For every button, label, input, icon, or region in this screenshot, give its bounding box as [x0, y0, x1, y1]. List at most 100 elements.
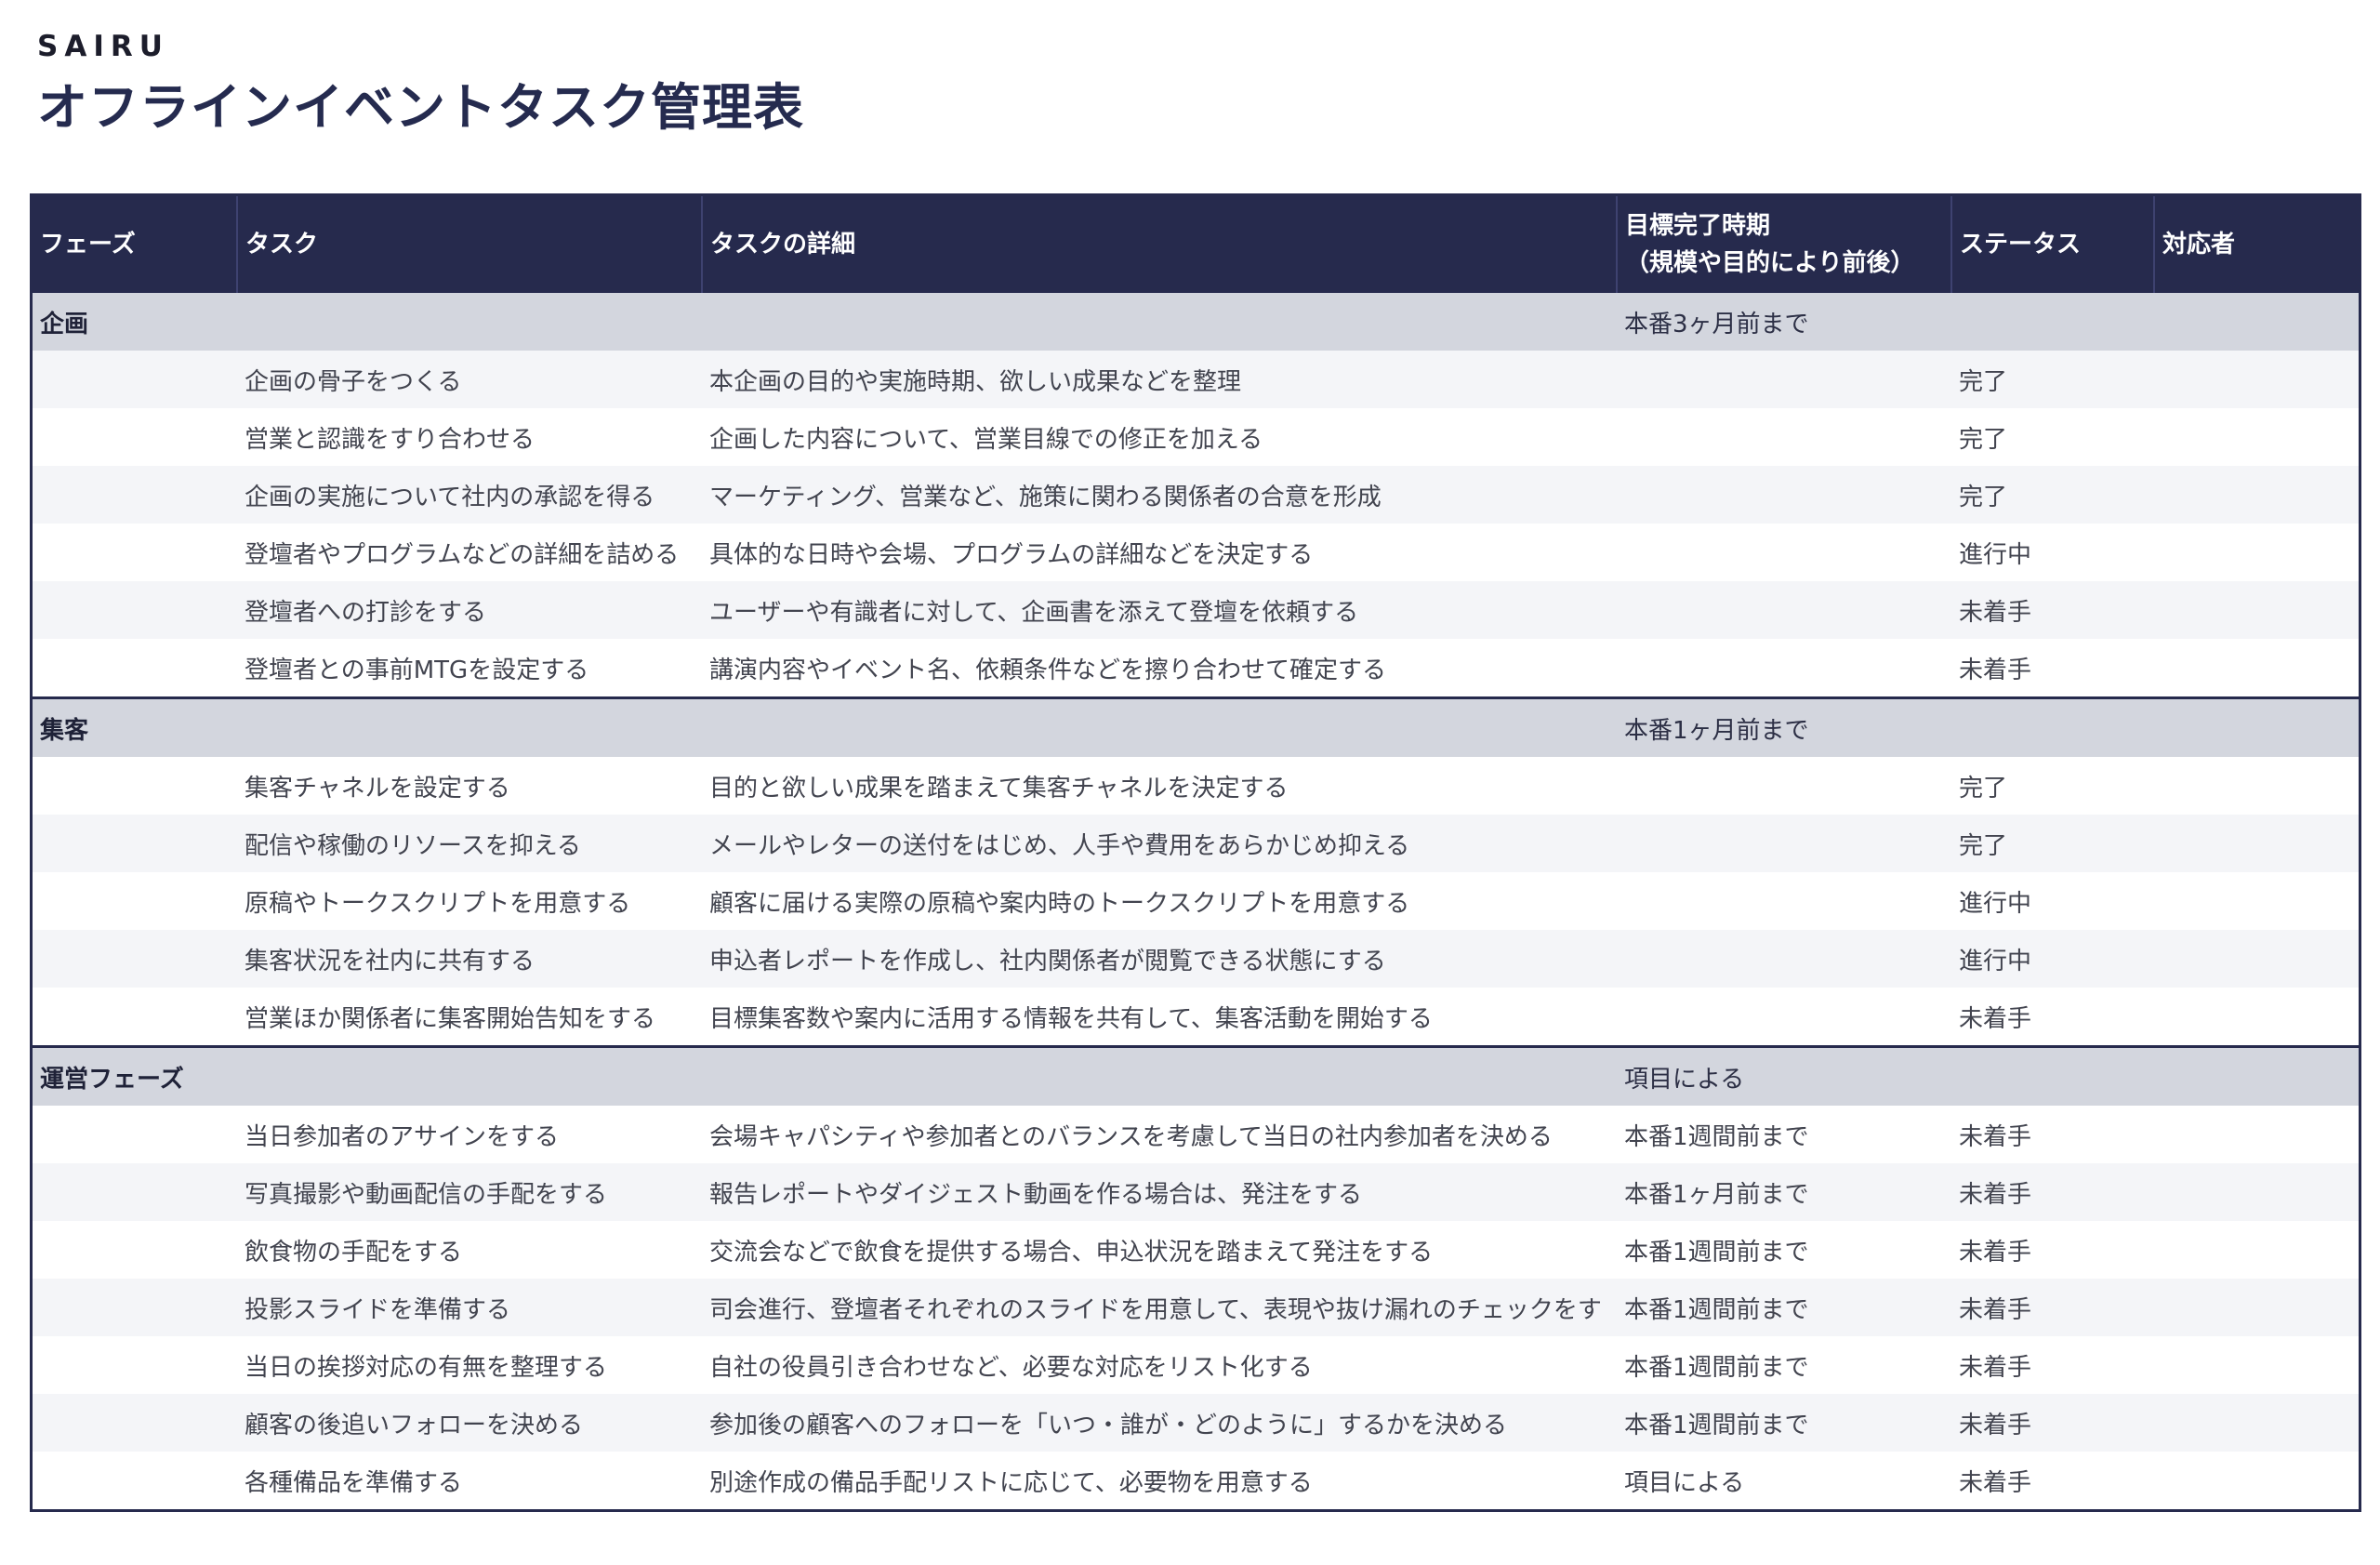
table-row: 原稿やトークスクリプトを用意する 顧客に届ける実際の原稿や案内時のトークスクリプト… [33, 872, 2359, 930]
cell-phase [33, 639, 237, 698]
cell-task: 原稿やトークスクリプトを用意する [237, 872, 702, 930]
column-header-task: タスク [237, 196, 703, 293]
cell-phase [33, 408, 237, 466]
cell-status: 完了 [1951, 757, 2154, 815]
cell-status: 進行中 [1951, 524, 2154, 581]
column-header-owner: 対応者 [2154, 196, 2359, 293]
table-header: フェーズ タスク タスクの詳細 目標完了時期 （規模や目的により前後） ステータ… [33, 196, 2359, 293]
cell-status: 完了 [1951, 351, 2154, 408]
cell-task: 営業ほか関係者に集客開始告知をする [237, 988, 702, 1047]
cell-phase [33, 1394, 237, 1452]
cell-task: 当日参加者のアサインをする [237, 1106, 702, 1163]
phase-owner-cell [2154, 1045, 2359, 1106]
cell-detail: 目的と欲しい成果を踏まえて集客チャネルを決定する [702, 757, 1617, 815]
cell-deadline: 本番1週間前まで [1617, 1336, 1951, 1394]
cell-detail: 会場キャパシティや参加者とのバランスを考慮して当日の社内参加者を決める [702, 1106, 1617, 1163]
phase-owner-cell [2154, 293, 2359, 351]
cell-deadline: 本番1週間前まで [1617, 1106, 1951, 1163]
cell-detail: 企画した内容について、営業目線での修正を加える [702, 408, 1617, 466]
cell-detail: ユーザーや有識者に対して、企画書を添えて登壇を依頼する [702, 581, 1617, 639]
cell-owner [2154, 351, 2359, 408]
cell-task: 各種備品を準備する [237, 1452, 702, 1509]
cell-task: 投影スライドを準備する [237, 1279, 702, 1336]
cell-deadline [1617, 581, 1951, 639]
cell-owner [2154, 1279, 2359, 1336]
cell-owner [2154, 1394, 2359, 1452]
cell-owner [2154, 524, 2359, 581]
cell-detail: マーケティング、営業など、施策に関わる関係者の合意を形成 [702, 466, 1617, 524]
cell-owner [2154, 639, 2359, 698]
table-row: 営業ほか関係者に集客開始告知をする 目標集客数や案内に活用する情報を共有して、集客… [33, 988, 2359, 1047]
cell-detail: 別途作成の備品手配リストに応じて、必要物を用意する [702, 1452, 1617, 1509]
table-row: 営業と認識をすり合わせる 企画した内容について、営業目線での修正を加える 完了 [33, 408, 2359, 466]
cell-detail: 申込者レポートを作成し、社内関係者が閲覧できる状態にする [702, 930, 1617, 988]
cell-owner [2154, 466, 2359, 524]
table-row: 写真撮影や動画配信の手配をする 報告レポートやダイジェスト動画を作る場合は、発注を… [33, 1163, 2359, 1221]
column-header-detail: タスクの詳細 [702, 196, 1618, 293]
phase-task-cell [237, 696, 702, 757]
cell-status: 完了 [1951, 466, 2154, 524]
cell-detail: 報告レポートやダイジェスト動画を作る場合は、発注をする [702, 1163, 1617, 1221]
phase-task-cell [237, 1045, 702, 1106]
column-header-deadline-line1: 目標完了時期 [1625, 212, 1771, 240]
cell-deadline [1617, 988, 1951, 1047]
table-row: 企画の骨子をつくる 本企画の目的や実施時期、欲しい成果などを整理 完了 [33, 351, 2359, 408]
cell-deadline [1617, 408, 1951, 466]
cell-status: 未着手 [1951, 639, 2154, 698]
cell-owner [2154, 408, 2359, 466]
phase-detail-cell [702, 696, 1617, 757]
cell-phase [33, 524, 237, 581]
cell-status: 未着手 [1951, 1394, 2154, 1452]
cell-task: 当日の挨拶対応の有無を整理する [237, 1336, 702, 1394]
phase-status-cell [1951, 293, 2154, 351]
cell-status: 未着手 [1951, 581, 2154, 639]
cell-deadline [1617, 524, 1951, 581]
phase-status-cell [1951, 1045, 2154, 1106]
cell-phase [33, 872, 237, 930]
cell-phase [33, 1336, 237, 1394]
cell-phase [33, 1221, 237, 1279]
cell-phase [33, 988, 237, 1047]
cell-status: 未着手 [1951, 1336, 2154, 1394]
cell-deadline [1617, 872, 1951, 930]
cell-task: 集客状況を社内に共有する [237, 930, 702, 988]
phase-row: 運営フェーズ 項目による [33, 1045, 2359, 1106]
phase-deadline-cell: 本番3ヶ月前まで [1617, 293, 1951, 351]
task-table: フェーズ タスク タスクの詳細 目標完了時期 （規模や目的により前後） ステータ… [33, 196, 2359, 1509]
cell-owner [2154, 1336, 2359, 1394]
cell-status: 完了 [1951, 408, 2154, 466]
cell-owner [2154, 581, 2359, 639]
cell-phase [33, 930, 237, 988]
cell-phase [33, 351, 237, 408]
phase-name-cell: 集客 [33, 696, 237, 757]
cell-detail: 講演内容やイベント名、依頼条件などを擦り合わせて確定する [702, 639, 1617, 698]
phase-row: 集客 本番1ヶ月前まで [33, 696, 2359, 757]
phase-name-cell: 運営フェーズ [33, 1045, 237, 1106]
cell-deadline: 本番1週間前まで [1617, 1279, 1951, 1336]
cell-task: 登壇者との事前MTGを設定する [237, 639, 702, 698]
cell-owner [2154, 815, 2359, 872]
cell-phase [33, 1163, 237, 1221]
cell-owner [2154, 1163, 2359, 1221]
table-row: 企画の実施について社内の承認を得る マーケティング、営業など、施策に関わる関係者の… [33, 466, 2359, 524]
cell-phase [33, 1106, 237, 1163]
phase-deadline-cell: 本番1ヶ月前まで [1617, 696, 1951, 757]
cell-deadline: 本番1週間前まで [1617, 1221, 1951, 1279]
table-row: 集客チャネルを設定する 目的と欲しい成果を踏まえて集客チャネルを決定する 完了 [33, 757, 2359, 815]
column-header-status: ステータス [1951, 196, 2155, 293]
cell-deadline [1617, 930, 1951, 988]
cell-deadline [1617, 815, 1951, 872]
cell-detail: 具体的な日時や会場、プログラムの詳細などを決定する [702, 524, 1617, 581]
cell-task: 飲食物の手配をする [237, 1221, 702, 1279]
cell-deadline: 項目による [1617, 1452, 1951, 1509]
cell-status: 進行中 [1951, 872, 2154, 930]
task-table-container: フェーズ タスク タスクの詳細 目標完了時期 （規模や目的により前後） ステータ… [30, 193, 2361, 1512]
cell-task: 営業と認識をすり合わせる [237, 408, 702, 466]
table-row: 各種備品を準備する 別途作成の備品手配リストに応じて、必要物を用意する 項目による未… [33, 1452, 2359, 1509]
cell-owner [2154, 872, 2359, 930]
cell-deadline [1617, 351, 1951, 408]
cell-phase [33, 581, 237, 639]
cell-detail: 自社の役員引き合わせなど、必要な対応をリスト化する [702, 1336, 1617, 1394]
table-row: 飲食物の手配をする 交流会などで飲食を提供する場合、申込状況を踏まえて発注をする本… [33, 1221, 2359, 1279]
cell-deadline [1617, 639, 1951, 698]
